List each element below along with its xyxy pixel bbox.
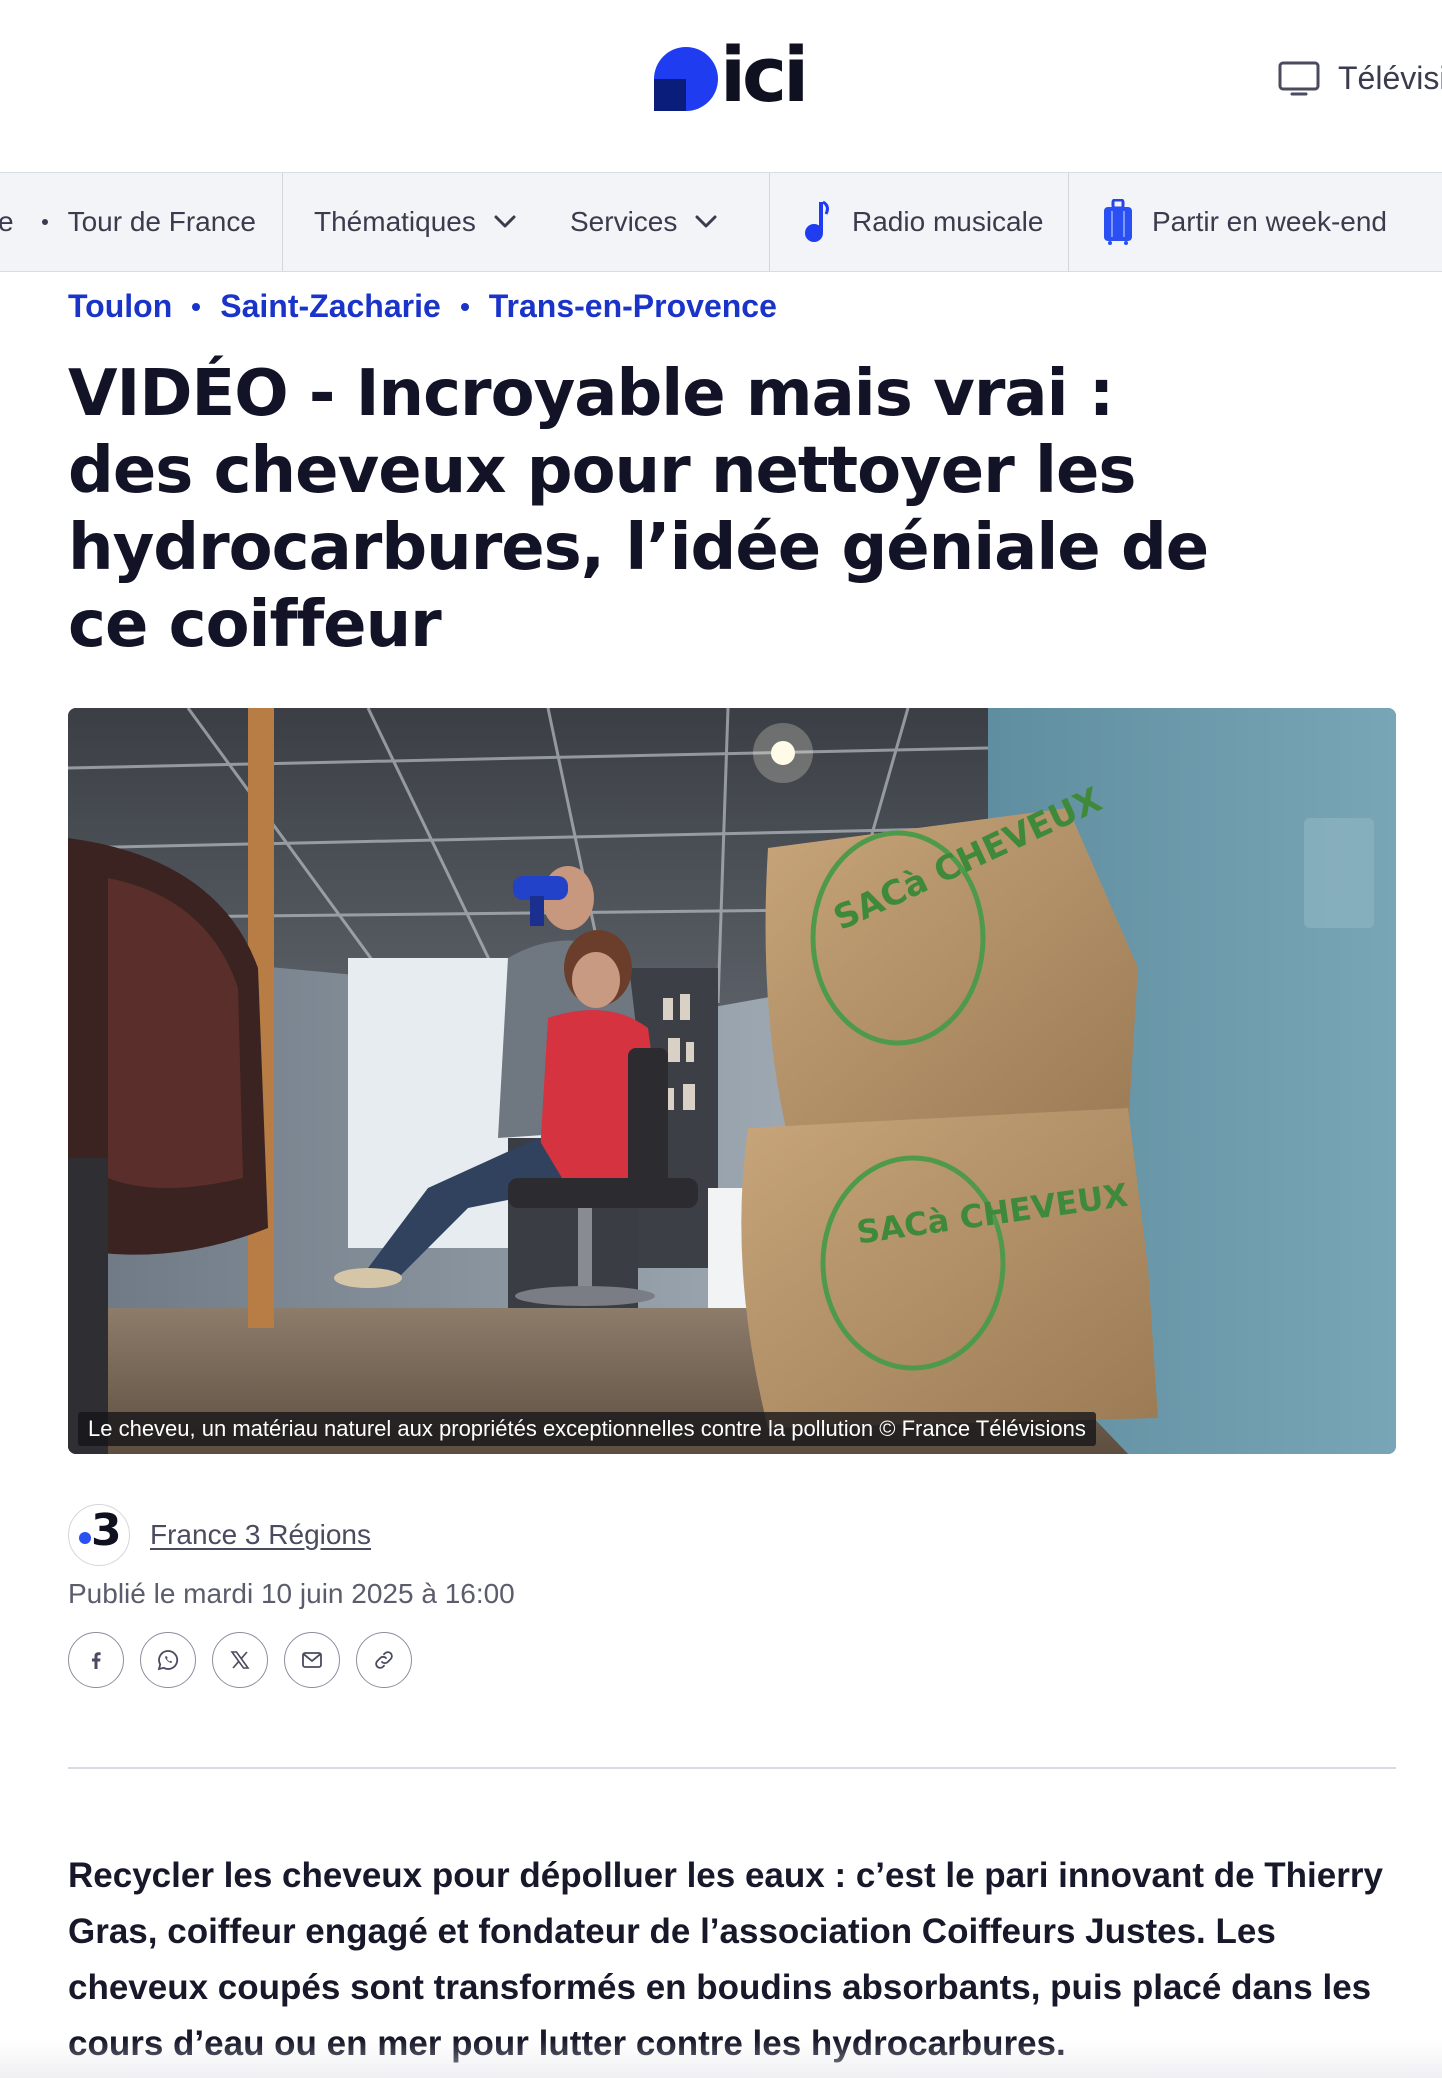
nav-item-thematiques[interactable]: Thématiques <box>314 173 516 271</box>
breadcrumb-separator <box>460 302 469 311</box>
bottom-fade <box>0 2040 1442 2078</box>
logo-mark <box>654 47 718 111</box>
publish-date: Publié le mardi 10 juin 2025 à 16:00 <box>68 1578 515 1609</box>
nav-partial-label: e <box>0 206 14 237</box>
link-icon <box>375 1651 393 1669</box>
france3-logo-number: 3 <box>91 1505 122 1556</box>
logo-text: ici <box>720 30 809 119</box>
chevron-down-icon <box>695 215 717 228</box>
breadcrumb-link-toulon[interactable]: Toulon <box>68 288 172 325</box>
tv-icon <box>1278 61 1320 95</box>
nav-label-thematiques: Thématiques <box>314 206 476 237</box>
nav-item-services[interactable]: Services <box>570 173 717 271</box>
source-link[interactable]: France 3 Régions <box>150 1519 371 1551</box>
nav-divider <box>1068 173 1069 271</box>
share-x-button[interactable] <box>212 1632 268 1688</box>
hair-salon-photo: SACà CHEVEUX SACà CHEVEUX <box>68 708 1396 1454</box>
nav-divider <box>282 173 283 271</box>
breadcrumb-separator <box>192 302 201 311</box>
breadcrumb: Toulon Saint-Zacharie Trans-en-Provence <box>68 288 777 325</box>
article-lead: Recycler les cheveux pour dépolluer les … <box>68 1856 1383 2063</box>
whatsapp-icon <box>157 1650 179 1671</box>
breadcrumb-link-saint-zacharie[interactable]: Saint-Zacharie <box>220 288 441 325</box>
image-caption: Le cheveu, un matériau naturel aux propr… <box>78 1412 1096 1446</box>
share-copy-link-button[interactable] <box>356 1632 412 1688</box>
article-source[interactable]: 3 France 3 Régions <box>68 1504 371 1566</box>
television-label: Télévisi <box>1338 60 1442 96</box>
article-hero-image[interactable]: SACà CHEVEUX SACà CHEVEUX Le cheveu, un … <box>68 708 1396 1454</box>
nav-item-tour-de-france[interactable]: e Tour de France <box>0 173 256 271</box>
nav-label-tour-de-france: Tour de France <box>67 206 256 237</box>
television-link[interactable]: Télévisi <box>1278 60 1442 97</box>
site-header: ici Télévisi <box>0 0 1442 172</box>
nav-divider <box>769 173 770 271</box>
nav-label-radio-musicale: Radio musicale <box>852 206 1044 237</box>
nav-item-partir-en-week-end[interactable]: Partir en week-end <box>1102 173 1387 271</box>
nav-item-radio-musicale[interactable]: Radio musicale <box>802 173 1043 271</box>
section-divider <box>68 1767 1396 1769</box>
facebook-icon <box>92 1652 101 1669</box>
nav-dot <box>41 219 48 225</box>
nav-label-services: Services <box>570 206 678 237</box>
share-email-button[interactable] <box>284 1632 340 1688</box>
nav-label-partir-en-week-end: Partir en week-end <box>1152 206 1388 237</box>
x-icon <box>230 1651 250 1669</box>
music-note-icon <box>805 200 829 242</box>
share-bar <box>68 1632 412 1688</box>
breadcrumb-link-trans-en-provence[interactable]: Trans-en-Provence <box>489 288 777 325</box>
mail-icon <box>302 1652 322 1668</box>
share-facebook-button[interactable] <box>68 1632 124 1688</box>
suitcase-icon <box>1104 199 1132 245</box>
share-whatsapp-button[interactable] <box>140 1632 196 1688</box>
article-title: VIDÉO - Incroyable mais vrai : des cheve… <box>68 357 1209 662</box>
chevron-down-icon <box>494 215 516 228</box>
site-logo[interactable]: ici <box>654 37 814 114</box>
main-nav: e Tour de France Thématiques Services Ra… <box>0 172 1442 272</box>
france3-logo: 3 <box>68 1504 130 1566</box>
